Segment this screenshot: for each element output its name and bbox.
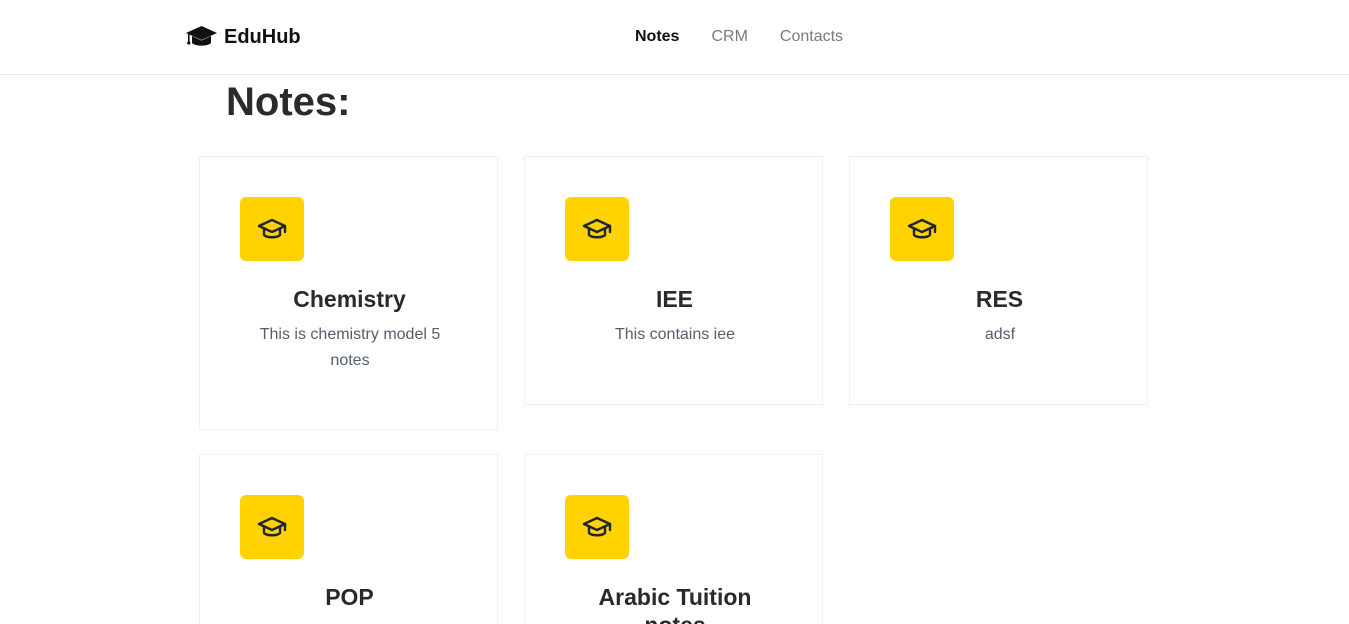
note-card[interactable]: IEE This contains iee: [524, 156, 823, 405]
nav-link-contacts[interactable]: Contacts: [780, 27, 843, 46]
top-navbar: EduHub Notes CRM Contacts: [0, 0, 1349, 75]
card-description: adsf: [984, 326, 1016, 343]
card-icon-box: [565, 495, 629, 559]
page-title: Notes:: [226, 80, 351, 124]
graduation-cap-icon: [582, 516, 612, 537]
nav-link-crm[interactable]: CRM: [711, 27, 747, 46]
brand-logo-link[interactable]: EduHub: [185, 24, 301, 50]
card-icon-box: [240, 495, 304, 559]
card-description: This contains iee: [614, 326, 736, 343]
card-icon-box: [240, 197, 304, 261]
graduation-cap-icon: [257, 218, 287, 239]
graduation-cap-icon: [582, 218, 612, 239]
card-icon-box: [565, 197, 629, 261]
main-nav: Notes CRM Contacts: [635, 27, 875, 46]
card-title: IEE: [655, 286, 694, 312]
nav-link-notes[interactable]: Notes: [635, 27, 679, 46]
graduation-cap-icon: [257, 516, 287, 537]
card-icon-box: [890, 197, 954, 261]
note-card[interactable]: Chemistry This is chemistry model 5 note…: [199, 156, 498, 430]
brand-name: EduHub: [224, 25, 301, 48]
note-card[interactable]: Arabic Tuition notes: [524, 454, 823, 624]
card-description: This is chemistry model 5 notes: [259, 326, 441, 369]
note-card[interactable]: RES adsf: [849, 156, 1148, 405]
card-title: Arabic Tuition notes: [598, 584, 752, 624]
card-title: RES: [975, 286, 1024, 312]
card-title: Chemistry: [293, 286, 406, 312]
card-title: POP: [325, 584, 374, 610]
graduation-cap-icon: [907, 218, 937, 239]
note-card[interactable]: POP: [199, 454, 498, 624]
graduation-cap-icon: [186, 26, 217, 46]
